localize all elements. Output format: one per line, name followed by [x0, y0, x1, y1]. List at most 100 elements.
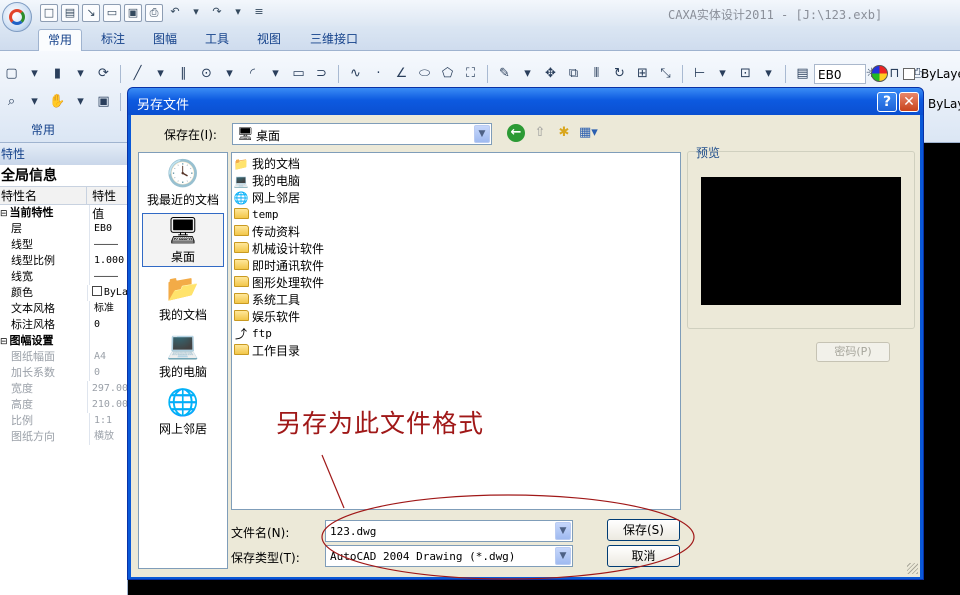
redo-dropdown-icon[interactable]: ▾ [229, 4, 247, 22]
brush-icon[interactable]: ✎ [495, 64, 514, 83]
file-list-item[interactable]: 娱乐软件 [233, 308, 300, 325]
save-button[interactable]: 保存(S) [607, 519, 680, 541]
chevron-down-icon[interactable]: ▼ [474, 125, 490, 143]
tab-view[interactable]: 视图 [248, 29, 290, 51]
dropdown-icon[interactable]: ▾ [266, 64, 285, 83]
dropdown-icon[interactable]: ▾ [25, 92, 44, 111]
dropdown-icon[interactable]: ▾ [151, 64, 170, 83]
undo-icon[interactable]: ↶ [166, 4, 184, 22]
help-button[interactable]: ? [877, 92, 897, 112]
layer-manager-icon[interactable]: ▤ [793, 64, 812, 83]
new-icon[interactable]: □ [40, 4, 58, 22]
dialog-title-bar[interactable]: 另存文件 ? ✕ [128, 88, 923, 115]
color-wheel-icon[interactable] [871, 65, 888, 82]
filename-input[interactable]: 123.dwg ▼ [325, 520, 573, 542]
zoom-icon[interactable]: ⌕ [2, 92, 21, 111]
file-list-item[interactable]: 传动资料 [233, 223, 300, 240]
property-row[interactable]: 线型比例 1.000 [0, 253, 127, 269]
file-list-item[interactable]: temp [233, 206, 279, 223]
copy-icon[interactable]: ⧉ [564, 64, 583, 83]
app-logo-icon[interactable] [2, 2, 32, 32]
file-list-item[interactable]: 🌐 网上邻居 [233, 189, 301, 206]
property-section[interactable]: 当前特性 [0, 205, 127, 221]
window-icon[interactable]: ▣ [94, 92, 113, 111]
angle-line-icon[interactable]: ∠ [392, 64, 411, 83]
bylayer-checkbox[interactable] [903, 68, 915, 80]
point-icon[interactable]: · [369, 64, 388, 83]
dropdown-icon[interactable]: ▾ [518, 64, 537, 83]
property-row[interactable]: 高度 210.00 [0, 397, 127, 413]
ellipse-icon[interactable]: ⬭ [415, 64, 434, 83]
property-row[interactable]: 标注风格 0 [0, 317, 127, 333]
dropdown-icon[interactable]: ▾ [759, 64, 778, 83]
place-recent[interactable]: 🕓 我最近的文档 [142, 157, 224, 211]
file-list-item[interactable]: 💻 我的电脑 [233, 172, 301, 189]
property-row[interactable]: 比例 1:1 [0, 413, 127, 429]
polyline-icon[interactable]: ⊃ [312, 64, 331, 83]
polygon-icon[interactable]: ⬠ [438, 64, 457, 83]
save-icon[interactable]: ▣ [124, 4, 142, 22]
undo-dropdown-icon[interactable]: ▾ [187, 4, 205, 22]
tab-common[interactable]: 常用 [38, 29, 83, 51]
back-icon[interactable]: ← [507, 124, 525, 142]
file-list-item[interactable]: 即时通讯软件 [233, 257, 324, 274]
file-list-item[interactable]: 图形处理软件 [233, 274, 324, 291]
tolerance-icon[interactable]: ⊡ [736, 64, 755, 83]
property-row[interactable]: 图纸方向 横放 [0, 429, 127, 445]
arc-icon[interactable]: ◜ [243, 64, 262, 83]
file-list-item[interactable]: 机械设计软件 [233, 240, 324, 257]
up-folder-icon[interactable]: ⇧ [531, 124, 549, 142]
dropdown-icon[interactable]: ▾ [71, 92, 90, 111]
move-icon[interactable]: ✥ [541, 64, 560, 83]
place-my-computer[interactable]: 💻 我的电脑 [142, 329, 224, 383]
dimension-icon[interactable]: ⊢ [690, 64, 709, 83]
book-icon[interactable]: ▮ [48, 64, 67, 83]
property-row[interactable]: 文本风格 标准 [0, 301, 127, 317]
file-list-item[interactable]: ⤴ ftp [233, 325, 272, 342]
new-folder-icon[interactable]: ✱ [555, 124, 573, 142]
line-icon[interactable]: ╱ [128, 64, 147, 83]
circle-icon[interactable]: ⊙ [197, 64, 216, 83]
place-network[interactable]: 🌐 网上邻居 [142, 386, 224, 440]
resize-grip-icon[interactable] [907, 563, 918, 574]
refresh-icon[interactable]: ⟳ [94, 64, 113, 83]
drawing-canvas[interactable] [920, 143, 960, 595]
customize-icon[interactable]: ≡ [250, 4, 268, 22]
dropdown-icon[interactable]: ▾ [220, 64, 239, 83]
place-desktop[interactable]: 🖥 桌面 [142, 213, 224, 267]
property-row[interactable]: 图纸幅面 A4 [0, 349, 127, 365]
scale-icon[interactable]: ⤡ [656, 64, 675, 83]
tab-sheet[interactable]: 图幅 [144, 29, 186, 51]
chevron-down-icon[interactable]: ▼ [555, 547, 571, 565]
chevron-down-icon[interactable]: ▼ [555, 522, 571, 540]
dropdown-icon[interactable]: ▾ [71, 64, 90, 83]
close-button[interactable]: ✕ [899, 92, 919, 112]
import-icon[interactable]: ↘ [82, 4, 100, 22]
property-row[interactable]: 加长系数 0 [0, 365, 127, 381]
property-row[interactable]: 宽度 297.00 [0, 381, 127, 397]
hatch-icon[interactable]: ⛶ [461, 64, 480, 83]
drawing-canvas-bottom[interactable] [128, 580, 960, 595]
save-in-select[interactable]: 🖥 桌面 ▼ [232, 123, 492, 145]
file-list-item[interactable]: 系统工具 [233, 291, 300, 308]
place-my-documents[interactable]: 📂 我的文档 [142, 272, 224, 326]
filetype-select[interactable]: AutoCAD 2004 Drawing (*.dwg) ▼ [325, 545, 573, 567]
spline-icon[interactable]: ∿ [346, 64, 365, 83]
dropdown-icon[interactable]: ▾ [713, 64, 732, 83]
tab-3d-interface[interactable]: 三维接口 [301, 29, 367, 51]
open-icon[interactable]: ▤ [61, 4, 79, 22]
property-row[interactable]: 线宽 ———— [0, 269, 127, 285]
file-list-item[interactable]: 工作目录 [233, 342, 300, 359]
property-row[interactable]: 颜色 ByLa [0, 285, 127, 301]
array-icon[interactable]: ⊞ [633, 64, 652, 83]
file-list-item[interactable]: 📁 我的文档 [233, 155, 301, 172]
property-row[interactable]: 层 EB0 [0, 221, 127, 237]
dropdown-icon[interactable]: ▾ [25, 64, 44, 83]
property-section[interactable]: 图幅设置 [0, 333, 127, 349]
rectangle-icon[interactable]: ▭ [289, 64, 308, 83]
pan-icon[interactable]: ✋ [48, 92, 67, 111]
lineweight-select[interactable]: ByLaye [928, 97, 960, 111]
mirror-icon[interactable]: ⫴ [587, 64, 606, 83]
cancel-button[interactable]: 取消 [607, 545, 680, 567]
view-menu-icon[interactable]: ▦▾ [579, 124, 598, 142]
